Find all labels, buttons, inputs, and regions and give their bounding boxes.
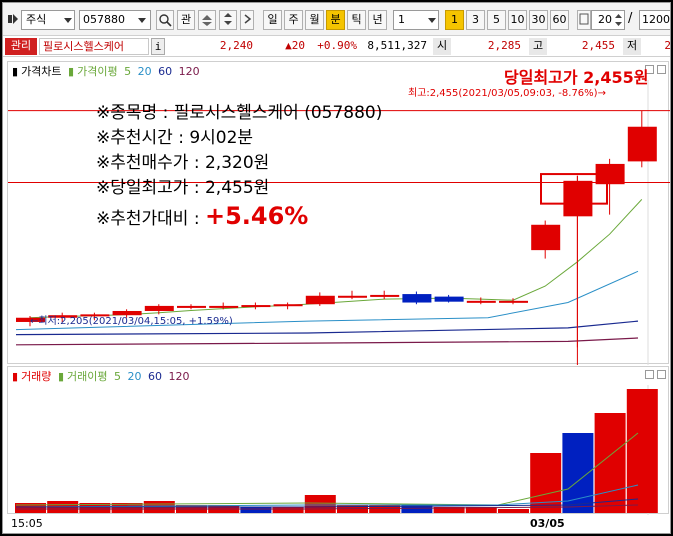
sync-button[interactable] [198,10,216,30]
spinner-arrows-icon [224,13,232,25]
x-axis-date-label: 03/05 [530,517,565,530]
candle-body [563,180,593,217]
interval-button[interactable]: 3 [466,10,485,30]
period-tab[interactable]: 틱 [347,10,366,30]
interval-button[interactable]: 5 [487,10,506,30]
volume-bar [626,389,658,513]
link-icon[interactable] [7,10,19,30]
info-vs-rec-label: ※추천가대비 : [96,209,205,229]
chart-window: 주식 057880 관 1 20 / 1200 일 주 월 분 틱 년 1 3 … [2,2,671,534]
search-button[interactable] [156,10,174,30]
open-price: 2,285 [487,39,521,52]
info-rec-time: ※추천시간 : 9시02분 [96,128,254,148]
scroll-right-button[interactable] [240,10,254,30]
info-button[interactable]: i [151,38,165,55]
stock-code-input[interactable]: 057880 [79,10,151,30]
chart-toggle-button[interactable] [577,10,591,30]
high-annotation: 최고:2,455(2021/03/05,09:03, -8.76%)→ [408,88,606,99]
stock-name: 필로시스헬스케어 [39,38,149,55]
chevron-right-icon [244,14,252,24]
interval-button[interactable]: 10 [508,10,527,30]
sync-icon [202,15,212,26]
interval-button[interactable]: 60 [550,10,569,30]
interval-value: 1 [398,13,405,26]
interval-button[interactable]: 1 [445,10,464,30]
candle-body [177,305,206,308]
candle-body [434,296,464,302]
candle-body [466,300,496,303]
separator-slash: / [628,11,633,26]
gwan-button[interactable]: 관 [177,10,195,30]
chart-toggle-icon [579,13,589,25]
candle-body [531,224,561,251]
candle-body [273,304,303,307]
period-tab[interactable]: 년 [368,10,387,30]
high-price: 2,455 [581,39,615,52]
volume-bar [304,495,336,513]
price-chart-panel[interactable]: ▮ 가격차트 ▮ 가격이평 5 20 60 120 당일최고가 2,455원 최고:… [7,61,670,365]
candle-body [144,305,174,311]
open-label: 시 [433,38,451,55]
period-tab[interactable]: 월 [305,10,324,30]
toolbar: 주식 057880 관 1 20 / 1200 일 주 월 분 틱 년 1 3 … [3,3,670,36]
volume-bar [530,453,562,513]
quote-bar: 관리 필로시스헬스케어 i 2,240 ▲20 +0.90% 8,511,327… [3,36,671,57]
chevron-down-icon [64,18,72,23]
candle-body [338,295,367,298]
market-label: 주식 [26,13,47,26]
low-annotation: ←최저:2,205(2021/03/04,15:05, +1.59%) [30,316,233,327]
current-price: 2,240 [219,39,253,52]
volume-total: 8,511,327 [367,39,427,52]
info-rec-price: ※추천매수가 : 2,320원 [96,153,270,173]
volume-chart-panel[interactable]: ▮ 거래량 ▮ 거래이평 5 20 60 120 [7,366,669,515]
volume-bar [594,413,626,513]
count-input[interactable]: 20 [591,10,625,30]
count-value: 20 [598,13,612,26]
volume-bar [498,509,529,513]
low-price: 2 [664,39,671,52]
candle-body [305,295,335,305]
spinner-button[interactable] [219,10,237,30]
info-stock-name: ※종목명 : 필로시스헬스케어 (057880) [96,103,383,123]
price-change-pct: +0.90% [317,39,357,52]
ma120-line [15,337,639,346]
candle-body [402,294,432,303]
volume-bar [240,507,272,513]
period-tab[interactable]: 주 [284,10,303,30]
x-axis: 15:05 03/05 [3,515,670,533]
high-label: 고 [529,38,547,55]
info-vs-rec-value: +5.46% [204,202,309,230]
total-input[interactable]: 1200 [639,10,670,30]
price-change: ▲20 [285,39,305,52]
chevron-down-icon [138,18,146,23]
status-badge: 관리 [5,38,37,55]
interval-select[interactable]: 1 [393,10,439,30]
candle-body [499,300,528,303]
volume-bar [272,507,304,513]
x-axis-start-label: 15:05 [11,517,43,530]
stock-code: 057880 [83,13,125,26]
candle-body [370,294,400,297]
volume-chart [15,385,658,515]
interval-button[interactable]: 30 [529,10,548,30]
total-value: 1200 [642,13,670,26]
period-tab[interactable]: 일 [263,10,282,30]
candle-body [627,126,657,162]
market-select[interactable]: 주식 [21,10,75,30]
candle-body [209,305,239,308]
low-label: 저 [623,38,641,55]
info-vs-rec: ※추천가대비 : +5.46% [96,202,308,230]
count-spinner-icon[interactable] [614,12,623,28]
search-icon [159,14,172,27]
period-tab[interactable]: 분 [326,10,345,30]
info-day-high: ※당일최고가 : 2,455원 [96,178,270,198]
chevron-down-icon [428,18,436,23]
candle-body [241,305,271,308]
